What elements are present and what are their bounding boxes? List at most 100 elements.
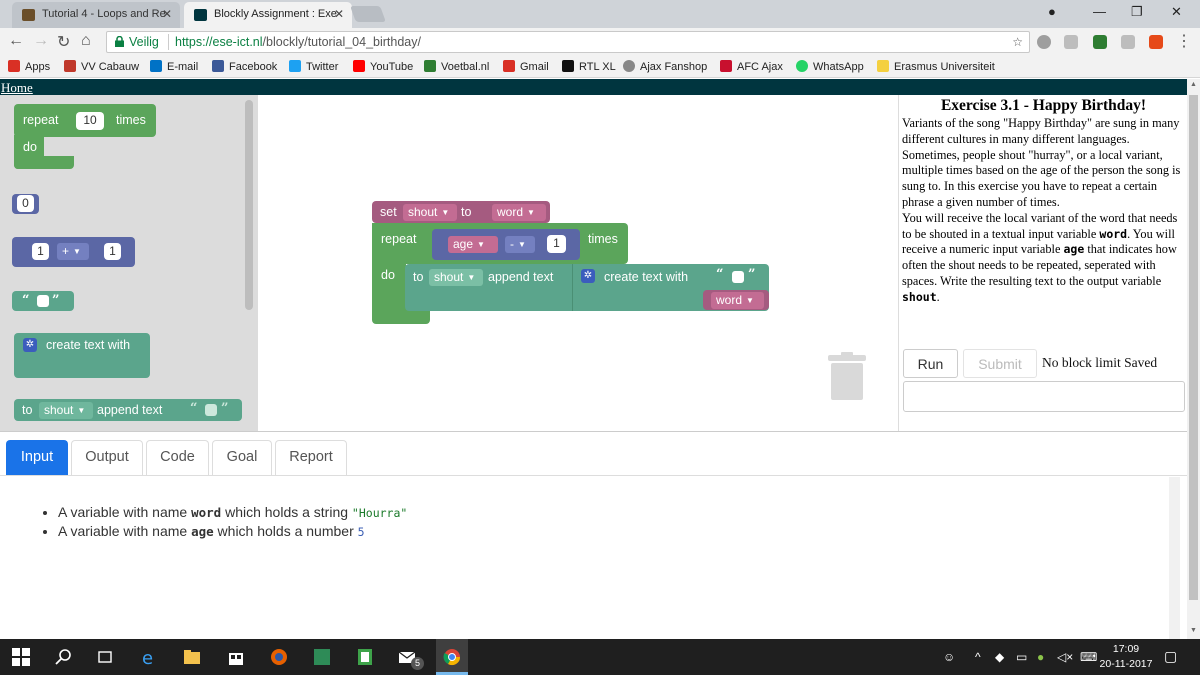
bookmark-facebook[interactable]: Facebook <box>212 60 277 73</box>
search-icon[interactable] <box>55 648 73 666</box>
close-tab-icon[interactable]: ✕ <box>334 7 344 21</box>
home-link[interactable]: Home <box>1 80 33 96</box>
close-window-icon[interactable]: ✕ <box>1171 4 1182 20</box>
toolbox-repeat-block[interactable]: repeat 10 times <box>14 104 156 137</box>
bookmark-gmail[interactable]: Gmail <box>503 60 549 73</box>
arith-left-field[interactable]: 1 <box>32 243 49 260</box>
back-icon[interactable]: ← <box>8 32 24 50</box>
forward-icon[interactable]: → <box>33 32 49 50</box>
taskbar-clock[interactable]: 17:09 20-11-2017 <box>1098 642 1154 672</box>
toolbox-number-block[interactable]: 0 <box>12 194 39 214</box>
home-icon[interactable]: ⌂ <box>81 32 91 50</box>
bookmark-twitter[interactable]: Twitter <box>289 60 338 73</box>
word-var-dropdown[interactable]: word ▼ <box>711 292 764 309</box>
tab-report[interactable]: Report <box>275 440 347 475</box>
tab-input[interactable]: Input <box>6 440 68 475</box>
set-var-dropdown[interactable]: shout ▼ <box>403 204 457 221</box>
address-bar[interactable]: Veilig https://ese-ict.nl/blockly/tutori… <box>106 31 1030 53</box>
value-var-dropdown[interactable]: word ▼ <box>492 204 546 221</box>
notifications-icon[interactable]: ▢ <box>1164 648 1177 665</box>
windows-start-icon[interactable] <box>12 648 30 666</box>
menu-icon[interactable]: ⋮ <box>1176 31 1192 51</box>
scroll-down-icon[interactable]: ▼ <box>1190 627 1197 634</box>
age-var-dropdown[interactable]: age ▼ <box>448 236 498 253</box>
notes-icon[interactable] <box>356 648 374 666</box>
reload-icon[interactable]: ↻ <box>57 32 70 52</box>
bookmark-apps[interactable]: Apps <box>8 60 50 73</box>
browser-tab-tutorial[interactable]: Tutorial 4 - Loops and Re ✕ <box>12 2 180 28</box>
close-tab-icon[interactable]: ✕ <box>162 7 172 21</box>
trash-icon[interactable] <box>827 351 867 401</box>
people-icon[interactable]: ☺ <box>943 650 955 664</box>
bookmark-erasmus[interactable]: Erasmus Universiteit <box>877 60 995 73</box>
bookmark-voetbal[interactable]: Voetbal.nl <box>424 60 489 73</box>
mutator-gear-icon[interactable]: ✲ <box>23 338 37 352</box>
number-field[interactable]: 0 <box>17 195 34 212</box>
scrollbar-thumb[interactable] <box>1189 95 1198 600</box>
set-variable-block[interactable]: set shout ▼ to word ▼ <box>372 201 550 223</box>
office-icon[interactable] <box>1149 35 1163 49</box>
language-icon[interactable]: ⌨ <box>1080 650 1097 664</box>
text-input-field[interactable] <box>205 404 217 416</box>
append-var-dropdown[interactable]: shout ▼ <box>39 402 93 419</box>
subtract-block[interactable]: age ▼ - ▼ 1 <box>432 229 580 260</box>
maximize-icon[interactable]: ❐ <box>1131 4 1143 20</box>
bookmark-ajax-fanshop[interactable]: Ajax Fanshop <box>623 60 707 73</box>
word-variable-block[interactable]: word ▼ <box>703 290 769 310</box>
toolbox-create-text-block[interactable]: ✲ create text with <box>14 333 150 378</box>
bookmark-vv-cabauw[interactable]: VV Cabauw <box>64 60 139 73</box>
browser-tab-blockly[interactable]: Blockly Assignment : Exe ✕ <box>184 2 352 28</box>
text-input-field[interactable] <box>732 271 744 283</box>
bookmark-rtl-xl[interactable]: RTL XL <box>562 60 616 73</box>
edge-icon[interactable]: e <box>141 648 159 666</box>
volume-icon[interactable]: ◁× <box>1057 650 1073 664</box>
repeat-count-field[interactable]: 10 <box>76 112 104 130</box>
page-scrollbar[interactable]: ▲ ▼ <box>1187 79 1200 639</box>
tab-code[interactable]: Code <box>146 440 209 475</box>
file-explorer-icon[interactable] <box>183 648 201 666</box>
firefox-icon[interactable] <box>270 648 288 666</box>
task-view-icon[interactable] <box>96 648 114 666</box>
new-tab-button[interactable] <box>350 6 386 22</box>
bookmark-star-icon[interactable]: ☆ <box>1012 35 1023 49</box>
extension-green-icon[interactable] <box>1093 35 1107 49</box>
mail-badge: 5 <box>411 657 424 670</box>
operator-dropdown[interactable]: - ▼ <box>505 236 535 253</box>
tab-pane-scrollbar[interactable] <box>1169 477 1180 639</box>
bookmark-whatsapp[interactable]: WhatsApp <box>796 60 864 73</box>
url-text: https://ese-ict.nl/blockly/tutorial_04_b… <box>175 35 421 49</box>
arith-operator-dropdown[interactable]: + ▼ <box>57 243 89 260</box>
submit-button[interactable]: Submit <box>963 349 1037 378</box>
number-field[interactable]: 1 <box>547 235 566 253</box>
append-var-dropdown[interactable]: shout ▼ <box>429 269 483 286</box>
bookmark-youtube[interactable]: YouTube <box>353 60 413 73</box>
toolbox-scrollbar[interactable] <box>245 100 253 310</box>
result-output-box <box>903 381 1185 412</box>
arith-right-field[interactable]: 1 <box>104 243 121 260</box>
extension-icon[interactable] <box>1037 35 1051 49</box>
run-button[interactable]: Run <box>903 349 958 378</box>
tab-output[interactable]: Output <box>71 440 143 475</box>
profile-icon[interactable]: ● <box>1048 4 1056 19</box>
dropbox-icon[interactable]: ◆ <box>995 650 1004 664</box>
toolbox-text-block[interactable]: “ ” <box>12 291 74 311</box>
minimize-icon[interactable]: — <box>1093 4 1106 19</box>
close-quote-icon: ” <box>748 267 756 282</box>
security-tray-icon[interactable]: ● <box>1037 650 1044 664</box>
bookmark-email[interactable]: E-mail <box>150 60 198 73</box>
mutator-gear-icon[interactable]: ✲ <box>581 269 595 283</box>
cloud-extension-icon[interactable] <box>1064 35 1078 49</box>
text-input-field[interactable] <box>37 295 49 307</box>
toolbox-arithmetic-block[interactable]: 1 + ▼ 1 <box>12 237 135 267</box>
tab-goal[interactable]: Goal <box>212 440 272 475</box>
chrome-icon[interactable] <box>443 648 461 666</box>
extension-gray-icon[interactable] <box>1121 35 1135 49</box>
sway-icon[interactable] <box>313 648 331 666</box>
battery-icon[interactable]: ▭ <box>1016 650 1027 664</box>
store-icon[interactable] <box>227 648 245 666</box>
scroll-up-icon[interactable]: ▲ <box>1190 81 1197 88</box>
lock-icon <box>115 36 124 47</box>
bookmark-afc-ajax[interactable]: AFC Ajax <box>720 60 783 73</box>
show-hidden-icon[interactable]: ^ <box>975 650 981 664</box>
toolbox-append-text-block[interactable]: to shout ▼ append text “ ” <box>14 399 242 421</box>
